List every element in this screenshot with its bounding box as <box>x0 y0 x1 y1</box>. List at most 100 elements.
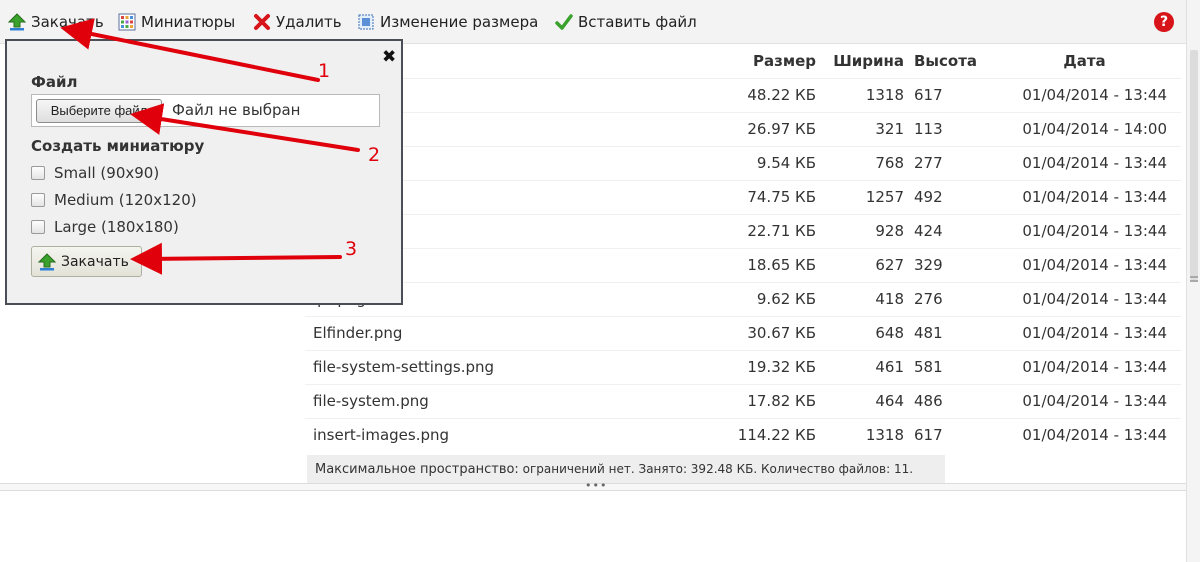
file-date: 01/04/2014 - 13:44 <box>988 417 1181 452</box>
file-date: 01/04/2014 - 13:44 <box>988 179 1181 214</box>
file-name: Elfinder.png <box>305 315 705 350</box>
table-row[interactable]: ipt.png9.62 КБ41827601/04/2014 - 13:44 <box>305 281 1181 316</box>
file-size: 74.75 КБ <box>705 179 820 214</box>
large-checkbox[interactable] <box>31 220 45 234</box>
choose-file-button[interactable]: Выберите файл <box>36 99 162 123</box>
table-row[interactable]: s.png74.75 КБ125749201/04/2014 - 13:44 <box>305 179 1181 214</box>
column-height-header[interactable]: Высота <box>908 44 988 78</box>
file-size: 9.54 КБ <box>705 145 820 180</box>
thumbnail-option-medium[interactable]: Medium (120x120) <box>31 191 197 209</box>
table-row[interactable]: insert-images.png 114.22 КБ 1318 617 01/04/2… <box>305 417 1181 452</box>
upload-submit-label: Закачать <box>61 253 129 270</box>
table-row[interactable]: 48.22 КБ 1318 617 01/04/2014 - 13:44 <box>305 77 1181 112</box>
file-size: 9.62 КБ <box>705 281 820 316</box>
file-date: 01/04/2014 - 13:44 <box>988 213 1181 248</box>
file-size: 114.22 КБ <box>705 417 820 452</box>
upload-tool-label: Закачать <box>31 13 104 31</box>
grid-icon <box>118 13 136 31</box>
divider-grip-icon: ••• <box>585 479 608 492</box>
file-date: 01/04/2014 - 13:44 <box>988 77 1181 112</box>
resize-icon <box>357 13 375 31</box>
file-name: file-system.png <box>305 383 705 418</box>
upload-icon <box>37 252 57 271</box>
small-option-label: Small (90x90) <box>54 164 160 182</box>
column-date-header[interactable]: Дата <box>988 44 1181 78</box>
image-width: 1318 <box>820 77 908 112</box>
file-date: 01/04/2014 - 13:44 <box>988 349 1181 384</box>
status-label: Максимальное пространство: <box>315 462 519 477</box>
upload-tool-button[interactable]: Закачать <box>7 11 104 33</box>
resize-button[interactable]: Изменение размера <box>357 11 538 33</box>
column-width-header[interactable]: Ширина <box>820 44 908 78</box>
insert-file-label: Вставить файл <box>578 13 697 31</box>
delete-button[interactable]: Удалить <box>253 11 342 33</box>
image-width: 1318 <box>820 417 908 452</box>
table-row[interactable]: png26.97 КБ32111301/04/2014 - 14:00 <box>305 111 1181 146</box>
medium-checkbox[interactable] <box>31 193 45 207</box>
thumbnail-option-small[interactable]: Small (90x90) <box>31 164 159 182</box>
table-row[interactable]: able.png9.54 КБ76827701/04/2014 - 13:44 <box>305 145 1181 180</box>
resize-divider[interactable]: ••• <box>0 479 1186 492</box>
image-width: 464 <box>820 383 908 418</box>
upload-icon <box>7 13 27 31</box>
toolbar: Закачать Миниатюры Удалить Изменение раз… <box>0 0 1186 44</box>
status-bar: Максимальное пространство: ограничений н… <box>307 455 945 483</box>
image-height: 492 <box>908 179 988 214</box>
image-height: 424 <box>908 213 988 248</box>
small-checkbox[interactable] <box>31 166 45 180</box>
help-icon[interactable]: ? <box>1154 12 1174 32</box>
table-header-row: a↓ Размер Ширина Высота Дата <box>305 44 1181 78</box>
image-height: 617 <box>908 417 988 452</box>
table-row[interactable]: file-system-settings.png 19.32 КБ 461 581 01… <box>305 349 1181 384</box>
image-width: 928 <box>820 213 908 248</box>
vertical-scrollbar[interactable] <box>1186 0 1200 562</box>
image-width: 321 <box>820 111 908 146</box>
file-date: 01/04/2014 - 13:44 <box>988 281 1181 316</box>
table-row[interactable]: dule.png18.65 КБ62732901/04/2014 - 13:44 <box>305 247 1181 282</box>
close-icon[interactable]: ✖ <box>382 47 396 67</box>
file-name: insert-images.png <box>305 417 705 452</box>
image-height: 481 <box>908 315 988 350</box>
file-name: file-system-settings.png <box>305 349 705 384</box>
thumbnail-option-large[interactable]: Large (180x180) <box>31 218 179 236</box>
scrollbar-grip-icon <box>1190 276 1198 282</box>
image-width: 768 <box>820 145 908 180</box>
file-size: 30.67 КБ <box>705 315 820 350</box>
insert-file-button[interactable]: Вставить файл <box>555 11 697 33</box>
file-date: 01/04/2014 - 14:00 <box>988 111 1181 146</box>
delete-x-icon <box>253 13 271 31</box>
large-option-label: Large (180x180) <box>54 218 179 236</box>
file-date: 01/04/2014 - 13:44 <box>988 145 1181 180</box>
image-height: 329 <box>908 247 988 282</box>
file-size: 22.71 КБ <box>705 213 820 248</box>
annotation-number-1: 1 <box>318 60 331 82</box>
file-date: 01/04/2014 - 13:44 <box>988 383 1181 418</box>
thumbnail-section-label: Создать миниатюру <box>31 137 205 155</box>
medium-option-label: Medium (120x120) <box>54 191 197 209</box>
column-size-header[interactable]: Размер <box>705 44 820 78</box>
file-status-text: Файл не выбран <box>172 101 301 119</box>
image-height: 581 <box>908 349 988 384</box>
file-size: 26.97 КБ <box>705 111 820 146</box>
image-height: 113 <box>908 111 988 146</box>
table-row[interactable]: file-system.png 17.82 КБ 464 486 01/04/2014 … <box>305 383 1181 418</box>
annotation-number-3: 3 <box>345 238 358 260</box>
scrollbar-thumb[interactable] <box>1190 50 1198 280</box>
upload-submit-button[interactable]: Закачать <box>31 246 142 277</box>
image-width: 1257 <box>820 179 908 214</box>
thumbnails-label: Миниатюры <box>141 13 236 31</box>
image-height: 486 <box>908 383 988 418</box>
file-size: 18.65 КБ <box>705 247 820 282</box>
file-size: 19.32 КБ <box>705 349 820 384</box>
table-row[interactable]: tall.png22.71 КБ92842401/04/2014 - 13:44 <box>305 213 1181 248</box>
table-row[interactable]: Elfinder.png 30.67 КБ 648 481 01/04/2014 - 1… <box>305 315 1181 350</box>
checkmark-icon <box>555 13 573 31</box>
image-height: 276 <box>908 281 988 316</box>
image-height: 617 <box>908 77 988 112</box>
image-height: 277 <box>908 145 988 180</box>
status-value: ограничений нет. Занято: 392.48 КБ. Коли… <box>522 462 914 476</box>
file-date: 01/04/2014 - 13:44 <box>988 315 1181 350</box>
file-input[interactable]: Выберите файл Файл не выбран <box>31 94 380 127</box>
file-date: 01/04/2014 - 13:44 <box>988 247 1181 282</box>
thumbnails-button[interactable]: Миниатюры <box>118 11 235 33</box>
